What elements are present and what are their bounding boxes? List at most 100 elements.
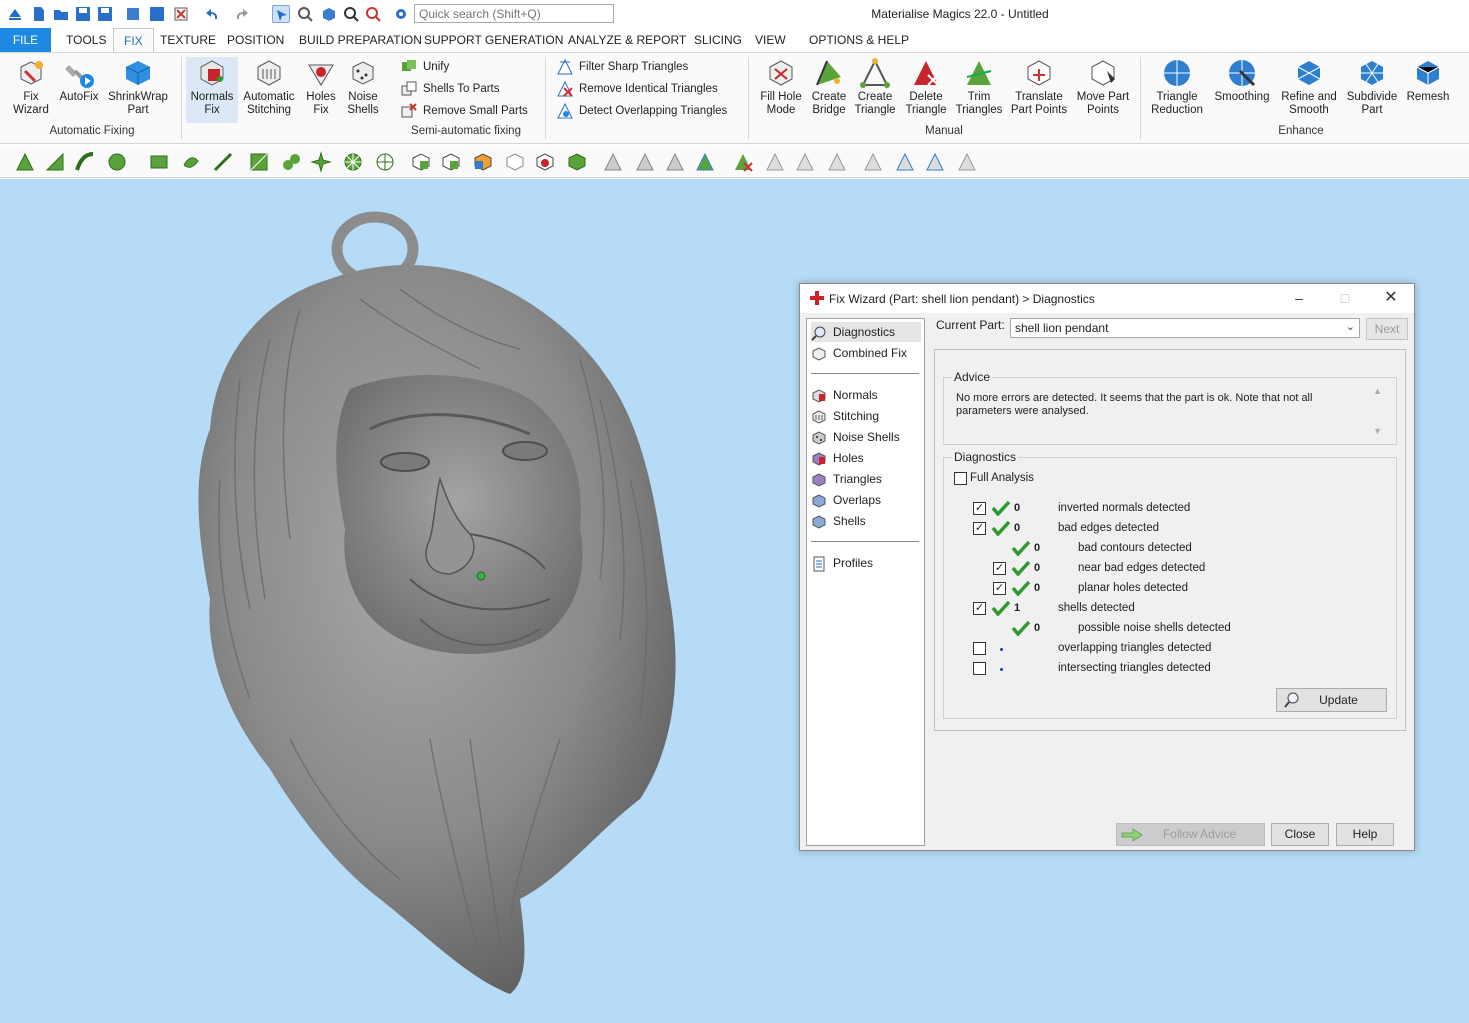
tri-blue-1-icon[interactable]: [894, 151, 916, 173]
dialog-title-bar[interactable]: Fix Wizard (Part: shell lion pendant) > …: [800, 284, 1414, 313]
trim-triangles-button[interactable]: Trim Triangles: [954, 57, 1004, 117]
tab-texture[interactable]: TEXTURE: [150, 28, 226, 52]
select-plane-icon[interactable]: [248, 151, 270, 173]
diagnostic-checkbox[interactable]: ✓: [973, 602, 986, 615]
diagnostic-checkbox[interactable]: [973, 642, 986, 655]
detect-overlapping-triangles-button[interactable]: Detect Overlapping Triangles: [556, 101, 727, 121]
save-icon[interactable]: [74, 5, 92, 23]
select-lasso-icon[interactable]: [180, 151, 202, 173]
next-button[interactable]: Next: [1366, 318, 1408, 340]
tri-grey-3-icon[interactable]: [664, 151, 686, 173]
part-view-icon[interactable]: [410, 151, 432, 173]
minimize-button[interactable]: –: [1284, 288, 1314, 308]
nav-shells[interactable]: Shells: [811, 511, 921, 531]
diagnostic-checkbox[interactable]: ✓: [993, 562, 1006, 575]
nav-profiles[interactable]: Profiles: [811, 553, 921, 573]
zoom-out-icon[interactable]: [364, 5, 382, 23]
remove-identical-triangles-button[interactable]: Remove Identical Triangles: [556, 79, 718, 99]
part-green-icon[interactable]: [566, 151, 588, 173]
tri-grey-6-icon[interactable]: [826, 151, 848, 173]
noise-shells-button[interactable]: Noise Shells: [342, 57, 384, 117]
unify-button[interactable]: Unify: [400, 57, 449, 77]
update-button[interactable]: Update: [1276, 688, 1387, 712]
tri-grey-8-icon[interactable]: [956, 151, 978, 173]
undo-icon[interactable]: [202, 5, 220, 23]
filter-sharp-triangles-button[interactable]: Filter Sharp Triangles: [556, 57, 688, 77]
import-icon[interactable]: [124, 5, 142, 23]
remove-small-parts-button[interactable]: Remove Small Parts: [400, 101, 528, 121]
select-triangle-icon[interactable]: [14, 151, 36, 173]
select-surface-icon[interactable]: [44, 151, 66, 173]
unload-part-icon[interactable]: [172, 5, 190, 23]
new-file-icon[interactable]: [30, 5, 48, 23]
select-mode-icon[interactable]: [272, 5, 290, 23]
tab-analyze-report[interactable]: ANALYZE & REPORT: [558, 28, 696, 52]
tri-blue-2-icon[interactable]: [924, 151, 946, 173]
tri-multi-icon[interactable]: [694, 151, 716, 173]
tri-grey-4-icon[interactable]: [764, 151, 786, 173]
tri-grey-5-icon[interactable]: [794, 151, 816, 173]
tri-grey-2-icon[interactable]: [634, 151, 656, 173]
select-radial-icon[interactable]: [374, 151, 396, 173]
save-part-icon[interactable]: [148, 5, 166, 23]
select-brush-icon[interactable]: [212, 151, 234, 173]
view-cube-icon[interactable]: [320, 5, 338, 23]
scroll-down-icon[interactable]: ▼: [1373, 426, 1382, 436]
refine-smooth-button[interactable]: Refine and Smooth: [1276, 57, 1342, 117]
nav-normals[interactable]: Normals: [811, 385, 921, 405]
fill-hole-mode-button[interactable]: Fill Hole Mode: [756, 57, 806, 117]
help-button[interactable]: Help: [1336, 823, 1394, 846]
select-connected-icon[interactable]: [280, 151, 302, 173]
nav-overlaps[interactable]: Overlaps: [811, 490, 921, 510]
tab-support-generation[interactable]: SUPPORT GENERATION: [414, 28, 573, 52]
create-bridge-button[interactable]: Create Bridge: [808, 57, 850, 117]
diagnostic-checkbox[interactable]: [973, 662, 986, 675]
quick-search-input[interactable]: [414, 4, 614, 23]
tri-delete-icon[interactable]: [732, 151, 754, 173]
nav-triangles[interactable]: Triangles: [811, 469, 921, 489]
part-color-icon[interactable]: [472, 151, 494, 173]
maximize-button[interactable]: □: [1330, 288, 1360, 308]
close-window-button[interactable]: ✕: [1376, 288, 1406, 308]
remesh-button[interactable]: Remesh: [1404, 57, 1452, 104]
select-box-icon[interactable]: [148, 151, 170, 173]
shells-to-parts-button[interactable]: Shells To Parts: [400, 79, 500, 99]
select-wheel-icon[interactable]: [342, 151, 364, 173]
normals-fix-button[interactable]: Normals Fix: [186, 57, 238, 123]
tab-fix[interactable]: FIX: [113, 28, 154, 53]
tab-position[interactable]: POSITION: [217, 28, 294, 52]
fix-wizard-button[interactable]: Fix Wizard: [6, 57, 56, 117]
subdivide-part-button[interactable]: Subdivide Part: [1344, 57, 1400, 117]
nav-noise-shells[interactable]: Noise Shells: [811, 427, 921, 447]
autofix-button[interactable]: AutoFix: [57, 57, 101, 104]
automatic-stitching-button[interactable]: Automatic Stitching: [240, 57, 298, 117]
tab-slicing[interactable]: SLICING: [684, 28, 752, 52]
zoom-select-icon[interactable]: [296, 5, 314, 23]
follow-advice-button[interactable]: Follow Advice: [1116, 823, 1265, 846]
zoom-icon[interactable]: [342, 5, 360, 23]
nav-diagnostics[interactable]: Diagnostics: [811, 322, 921, 342]
settings-icon[interactable]: [392, 5, 410, 23]
part-wire-icon[interactable]: [504, 151, 526, 173]
part-fill-icon[interactable]: [440, 151, 462, 173]
diagnostic-checkbox[interactable]: ✓: [973, 522, 986, 535]
delete-triangle-button[interactable]: Delete Triangle: [902, 57, 950, 117]
tab-build-preparation[interactable]: BUILD PREPARATION: [289, 28, 432, 52]
part-red-icon[interactable]: [534, 151, 556, 173]
close-button[interactable]: Close: [1271, 823, 1329, 846]
tab-file[interactable]: FILE: [0, 28, 51, 52]
save-as-icon[interactable]: [96, 5, 114, 23]
nav-holes[interactable]: Holes: [811, 448, 921, 468]
tab-options-help[interactable]: OPTIONS & HELP: [799, 28, 919, 52]
tab-tools[interactable]: TOOLS: [56, 28, 116, 52]
nav-stitching[interactable]: Stitching: [811, 406, 921, 426]
holes-fix-button[interactable]: Holes Fix: [300, 57, 342, 117]
shrinkwrap-part-button[interactable]: ShrinkWrap Part: [104, 57, 172, 117]
select-shell-icon[interactable]: [106, 151, 128, 173]
diagnostic-checkbox[interactable]: ✓: [993, 582, 1006, 595]
translate-part-points-button[interactable]: Translate Part Points: [1008, 57, 1070, 117]
create-triangle-button[interactable]: Create Triangle: [852, 57, 898, 117]
tri-grey-7-icon[interactable]: [862, 151, 884, 173]
scroll-up-icon[interactable]: ▲: [1373, 386, 1382, 396]
move-part-points-button[interactable]: Move Part Points: [1074, 57, 1132, 117]
